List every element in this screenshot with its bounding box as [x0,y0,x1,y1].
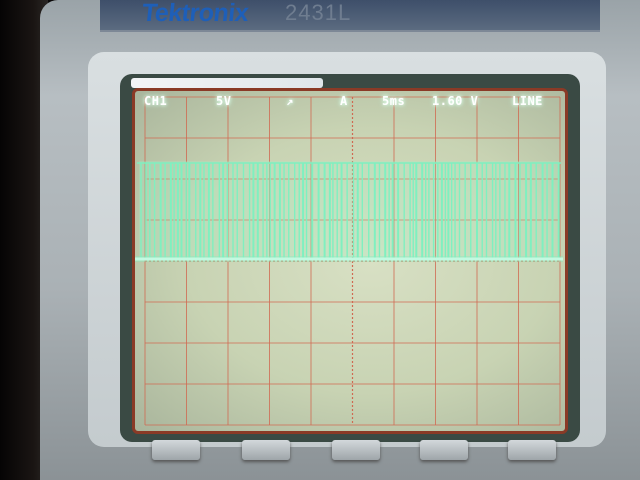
bezel-button-3[interactable] [332,440,380,460]
waveform-trace [135,161,563,262]
bezel-button-5[interactable] [508,440,556,460]
bezel-button-2[interactable] [242,440,290,460]
screen-glare [131,78,323,88]
bezel-button-4[interactable] [420,440,468,460]
volts-per-div-readout: 5V [216,94,232,108]
readout-bar: CH1 5V ↗ A 5ms 1.60 V LINE [0,94,640,114]
brand-logo: Tektronix [140,0,250,27]
trigger-level-readout: 1.60 V [432,94,479,108]
bezel-button-1[interactable] [152,440,200,460]
channel-readout: CH1 [144,94,168,108]
trigger-mode-readout: A [340,94,348,108]
trigger-source-readout: LINE [512,94,543,108]
model-number: 2431L [285,0,352,25]
oscilloscope-screen [132,88,568,434]
trigger-slope-icon: ↗ [286,94,294,108]
bezel-buttons [0,440,640,466]
time-per-div-readout: 5ms [382,94,406,108]
graticule [135,96,563,426]
